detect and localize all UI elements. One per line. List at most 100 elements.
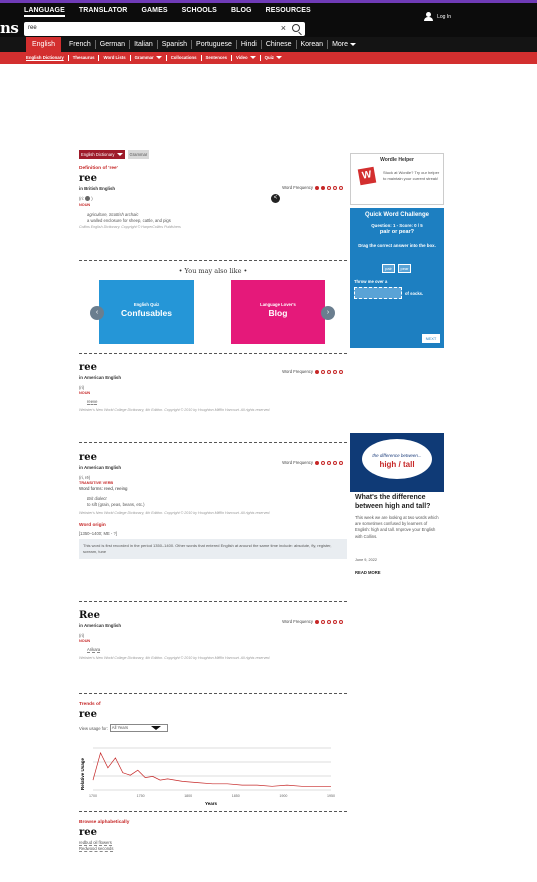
blog-card[interactable]: Language Lover's Blog <box>231 280 325 344</box>
frequency-dot <box>333 460 337 465</box>
chart-ylabel: Relative Usage <box>80 758 85 791</box>
part-of-speech: NOUN <box>79 639 91 643</box>
frequency-dot <box>321 460 325 465</box>
nav-schools[interactable]: SCHOOLS <box>182 7 217 17</box>
frequency-dot <box>339 369 343 374</box>
frequency-label: Word Frequency <box>282 369 313 374</box>
lang-korean[interactable]: Korean <box>297 40 329 49</box>
definition-text: to sift (grain, peas, beans, etc.) <box>87 502 145 507</box>
browse-section: Browse alphabetically ree redbud oil flo… <box>79 820 347 852</box>
headword: ree <box>79 173 97 184</box>
browse-item[interactable]: Redwood seconds <box>79 846 114 852</box>
promo-image[interactable]: the difference between... high / tall <box>350 433 444 492</box>
part-of-speech: NOUN <box>79 391 91 395</box>
lang-english[interactable]: English <box>26 37 61 52</box>
challenge-sentence-end: of socks. <box>405 291 424 296</box>
frequency-dot <box>327 619 331 624</box>
subnav-thesaurus[interactable]: Thesaurus <box>69 55 100 61</box>
main-content: English Dictionary Grammar Definition of… <box>79 150 347 852</box>
promo-description: This week we are looking at two words wh… <box>355 515 439 539</box>
lang-chinese[interactable]: Chinese <box>262 40 297 49</box>
browse-word: ree <box>79 827 97 838</box>
lang-portuguese[interactable]: Portuguese <box>192 40 237 49</box>
cross-reference-link[interactable]: reeve <box>87 399 98 405</box>
close-icon[interactable]: × <box>281 23 286 33</box>
dictionary-tabs: English Dictionary Grammar <box>79 150 347 159</box>
quiz-card[interactable]: English Quiz Confusables <box>99 280 194 344</box>
chart-series-line <box>92 751 331 787</box>
tab-grammar[interactable]: Grammar <box>127 150 150 159</box>
search-input[interactable]: ree <box>28 25 37 31</box>
option-pear[interactable]: pear <box>398 264 411 273</box>
word-origin-label: Word origin <box>79 522 106 528</box>
challenge-sentence-start: Throw me over a <box>354 279 388 284</box>
definition-label: Definition of 'ree' <box>79 166 118 171</box>
share-icon[interactable]: < <box>271 194 280 203</box>
search-icon[interactable] <box>292 24 300 32</box>
lang-italian[interactable]: Italian <box>130 40 158 49</box>
frequency-dot <box>339 460 343 465</box>
frequency-dot <box>333 369 337 374</box>
divider <box>79 693 347 694</box>
promo-title[interactable]: What's the difference between high and t… <box>355 494 447 511</box>
read-more-link[interactable]: READ MORE <box>355 570 381 575</box>
nav-games[interactable]: GAMES <box>141 7 167 17</box>
frequency-dot <box>315 619 319 624</box>
next-button[interactable]: NEXT <box>422 334 440 343</box>
frequency-dot <box>339 185 343 190</box>
subnav-video[interactable]: Video <box>232 55 261 61</box>
login-link[interactable]: Log In <box>424 12 451 21</box>
lang-german[interactable]: German <box>96 40 131 49</box>
may-also-like-heading: • You may also like • <box>178 267 248 275</box>
frequency-label: Word Frequency <box>282 460 313 465</box>
divider <box>79 260 347 261</box>
american-entry-3: Ree in American English (ri) NOUN Arikar… <box>79 610 347 662</box>
challenge-question: Question: 1 - Score: 0 / 5 <box>371 223 423 228</box>
nav-language[interactable]: LANGUAGE <box>24 7 65 17</box>
frequency-label: Word Frequency <box>282 185 313 190</box>
domain-label: agriculture, Scottish archaic <box>87 212 139 218</box>
part-of-speech: NOUN <box>79 203 91 208</box>
lang-more[interactable]: More <box>328 40 360 49</box>
tab-english-dictionary[interactable]: English Dictionary <box>79 150 125 159</box>
answer-drop-box[interactable] <box>354 287 402 299</box>
wordle-helper-widget[interactable]: Wordle Helper W Stuck at Wordle? Try our… <box>350 153 444 205</box>
word-frequency: Word Frequency <box>282 369 343 374</box>
brand-logo[interactable]: ns <box>0 19 19 37</box>
language-bar: English French German Italian Spanish Po… <box>0 37 537 52</box>
nav-translator[interactable]: TRANSLATOR <box>79 7 128 17</box>
x-tick-label: 1950 <box>327 794 335 798</box>
x-tick-label: 1900 <box>279 794 287 798</box>
copyright: Webster's New World College Dictionary, … <box>79 408 271 412</box>
definition-text: Arikara <box>87 647 347 653</box>
x-tick-label: 1800 <box>184 794 192 798</box>
carousel-prev-button[interactable]: ‹ <box>90 306 104 320</box>
audio-icon[interactable] <box>85 196 91 202</box>
lang-spanish[interactable]: Spanish <box>158 40 193 49</box>
subnav-quiz[interactable]: Quiz <box>261 55 286 61</box>
word-frequency: Word Frequency <box>282 185 343 190</box>
search-box[interactable]: ree × <box>24 22 305 36</box>
trends-word: ree <box>79 709 97 720</box>
subnav-collocations[interactable]: Collocations <box>167 55 202 61</box>
carousel-next-button[interactable]: › <box>321 306 335 320</box>
pronunciation: (ri) <box>79 385 85 390</box>
card-big-title: Confusables <box>120 308 172 318</box>
option-pair[interactable]: pair <box>382 264 395 273</box>
nav-blog[interactable]: BLOG <box>231 7 252 17</box>
lang-french[interactable]: French <box>65 40 96 49</box>
frequency-dot <box>321 185 325 190</box>
cross-reference-link[interactable]: Arikara <box>87 647 101 653</box>
copyright: Collins English Dictionary. Copyright © … <box>79 225 181 230</box>
nav-resources[interactable]: RESOURCES <box>266 7 311 17</box>
years-select[interactable]: All Years <box>109 724 168 732</box>
subnav-dictionary[interactable]: English Dictionary <box>26 55 69 61</box>
subnav-word-lists[interactable]: Word Lists <box>99 55 131 61</box>
trends-section: Trends of ree View usage for: All Years <box>79 702 347 732</box>
sub-nav: English Dictionary Thesaurus Word Lists … <box>0 52 537 64</box>
subnav-sentences[interactable]: Sentences <box>202 55 232 61</box>
chart-x-ticks: 1700 1750 1800 1850 1900 1950 <box>89 794 335 798</box>
lang-hindi[interactable]: Hindi <box>237 40 262 49</box>
subnav-grammar[interactable]: Grammar <box>131 55 167 61</box>
login-label: Log In <box>437 13 451 20</box>
